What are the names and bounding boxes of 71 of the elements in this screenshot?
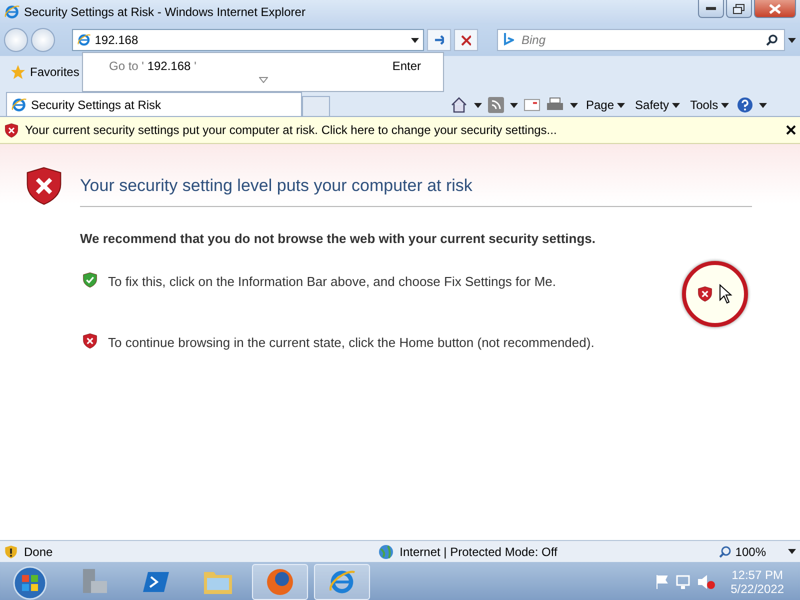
- close-icon: [769, 4, 781, 14]
- caret-icon: [410, 38, 418, 42]
- shield-x-icon: [697, 286, 713, 302]
- minimize-button[interactable]: [698, 0, 724, 18]
- favorites-button[interactable]: Favorites: [8, 62, 82, 82]
- restore-button[interactable]: [726, 0, 752, 18]
- caret-icon: [510, 102, 518, 108]
- caret-icon: [759, 102, 768, 108]
- mail-icon[interactable]: [524, 99, 540, 111]
- shield-check-icon: [82, 272, 98, 288]
- zoom-icon: [719, 546, 732, 558]
- back-button[interactable]: [4, 28, 28, 52]
- globe-icon: [378, 544, 394, 560]
- status-text: Done: [24, 544, 54, 558]
- taskbar-button[interactable]: [314, 564, 370, 600]
- search-icon: [766, 34, 778, 46]
- address-bar[interactable]: 192.168: [72, 29, 424, 51]
- expand-icon[interactable]: [258, 77, 268, 83]
- command-menu[interactable]: Tools: [688, 97, 732, 113]
- shield-x-icon: [4, 122, 19, 138]
- minimize-icon: [706, 6, 716, 10]
- forward-button[interactable]: [30, 28, 55, 52]
- zoom-button[interactable]: 100%: [713, 544, 772, 560]
- browser-tab[interactable]: Security Settings at Risk: [6, 92, 302, 116]
- command-menu[interactable]: Page: [584, 97, 628, 113]
- shortcut-text: Enter: [392, 59, 421, 73]
- shield-x-icon: [82, 333, 98, 349]
- command-menu[interactable]: Safety: [633, 97, 682, 113]
- shield-x-icon: [24, 166, 64, 206]
- stop-button[interactable]: [454, 29, 478, 51]
- suggestion-item[interactable]: Go to ' 192.168 ': [109, 59, 392, 73]
- terminal-icon: [142, 570, 170, 594]
- window-title: Security Settings at Risk - Windows Internet Explorer: [24, 5, 306, 19]
- ie-logo-icon: [4, 4, 20, 20]
- close-button[interactable]: [754, 0, 796, 18]
- ie-logo-icon: [11, 96, 27, 112]
- caret-icon: [570, 102, 578, 108]
- ie-logo-icon: [76, 33, 91, 47]
- help-icon[interactable]: [737, 97, 754, 113]
- recommendation-text: We recommend that you do not browse the web with your current security settings.: [80, 231, 597, 246]
- caret-icon: [788, 549, 796, 554]
- search-field[interactable]: Bing: [520, 29, 760, 51]
- instruction-text: To continue browsing in the current state, click the Home button (not recommended).: [108, 334, 594, 352]
- flag-icon[interactable]: [654, 574, 669, 590]
- home-icon[interactable]: [450, 97, 468, 113]
- security-zone-text: Internet | Protected Mode: Off: [400, 544, 558, 558]
- caret-icon: [474, 102, 482, 108]
- address-field[interactable]: 192.168: [94, 30, 406, 50]
- feed-icon[interactable]: [488, 97, 504, 113]
- instruction-text: To fix this, click on the Information Bar above, and choose Fix Settings for Me.: [108, 273, 556, 291]
- network-icon[interactable]: [674, 574, 691, 590]
- caret-icon: [788, 38, 796, 42]
- speaker-muted-icon[interactable]: [696, 574, 715, 590]
- search-box[interactable]: Bing: [496, 29, 786, 51]
- stop-icon: [460, 34, 470, 46]
- close-icon[interactable]: [786, 125, 796, 135]
- restore-icon: [733, 4, 745, 14]
- mouse-pointer-icon: [719, 284, 733, 304]
- caret-icon: [617, 102, 626, 108]
- globe-fox-icon: [265, 567, 295, 597]
- arrow-right-icon: [434, 34, 444, 46]
- shield-warning-icon: [4, 544, 18, 558]
- caret-icon: [672, 102, 680, 108]
- printer-icon[interactable]: [546, 97, 564, 113]
- caret-icon: [721, 102, 730, 108]
- bing-logo-icon: [504, 33, 514, 47]
- star-icon: [10, 64, 26, 80]
- taskbar-button[interactable]: [252, 564, 308, 600]
- page-heading: Your security setting level puts your computer at risk: [80, 166, 752, 207]
- ie-logo-icon: [328, 568, 356, 596]
- go-button[interactable]: [426, 29, 450, 51]
